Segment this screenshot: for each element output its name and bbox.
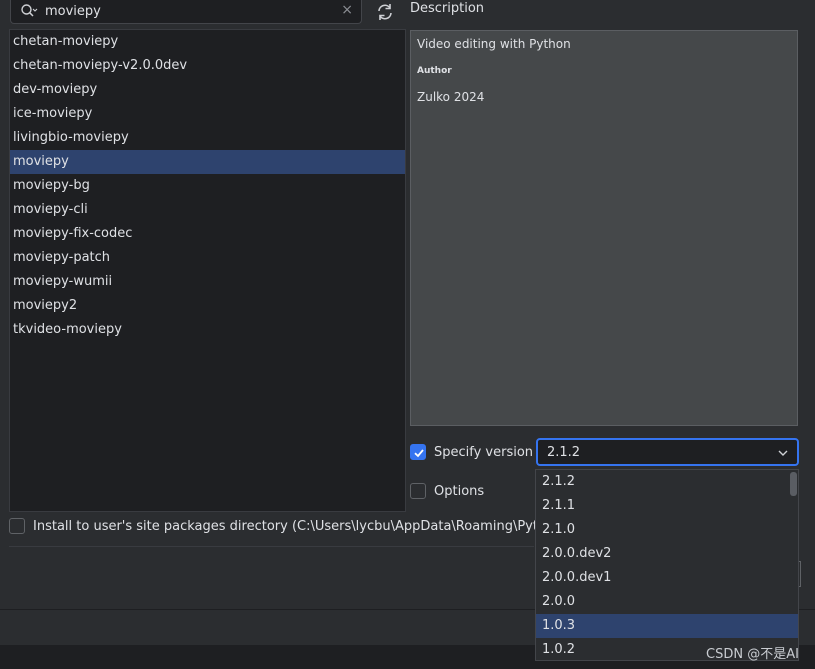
version-option[interactable]: 1.0.3 <box>536 614 798 638</box>
search-input[interactable] <box>45 2 335 20</box>
package-list-item[interactable]: tkvideo-moviepy <box>10 318 405 342</box>
install-user-label: Install to user's site packages director… <box>33 519 568 534</box>
version-selected-value: 2.1.2 <box>547 445 581 460</box>
version-option[interactable]: 2.1.2 <box>536 470 798 494</box>
search-field[interactable]: × <box>10 0 362 24</box>
specify-version-checkbox[interactable] <box>410 444 426 460</box>
package-list-item[interactable]: moviepy2 <box>10 294 405 318</box>
description-summary: Video editing with Python <box>417 37 571 51</box>
package-list-item[interactable]: moviepy-cli <box>10 198 405 222</box>
chevron-down-icon <box>778 450 788 456</box>
version-option[interactable]: 2.1.1 <box>536 494 798 518</box>
package-list-item[interactable]: moviepy-wumii <box>10 270 405 294</box>
divider <box>9 546 534 547</box>
package-list-item[interactable]: livingbio-moviepy <box>10 126 405 150</box>
package-list[interactable]: chetan-moviepy chetan-moviepy-v2.0.0dev de… <box>9 29 406 512</box>
version-option[interactable]: 2.0.0.dev1 <box>536 566 798 590</box>
description-heading: Description <box>410 1 485 16</box>
search-icon <box>21 4 38 17</box>
refresh-icon[interactable] <box>374 1 396 23</box>
watermark: CSDN @不是AI <box>706 647 799 662</box>
author-label: Author <box>417 66 452 76</box>
options-checkbox[interactable] <box>410 483 426 499</box>
description-panel: Video editing with Python Author Zulko 2… <box>410 30 798 426</box>
package-list-item[interactable]: moviepy-bg <box>10 174 405 198</box>
dropdown-scrollbar[interactable] <box>790 472 797 496</box>
author-value: Zulko 2024 <box>417 90 485 104</box>
options-label: Options <box>434 484 485 499</box>
specify-version-label: Specify version <box>434 445 534 460</box>
version-dropdown[interactable]: 2.1.2 2.1.1 2.1.0 2.0.0.dev2 2.0.0.dev1 2.0.0… <box>535 469 799 661</box>
version-option[interactable]: 2.0.0.dev2 <box>536 542 798 566</box>
checkmark-icon <box>414 449 424 458</box>
version-option[interactable]: 2.1.0 <box>536 518 798 542</box>
package-list-item[interactable]: chetan-moviepy <box>10 30 405 54</box>
package-list-item[interactable]: moviepy <box>10 150 405 174</box>
package-list-item[interactable]: moviepy-fix-codec <box>10 222 405 246</box>
version-select[interactable]: 2.1.2 <box>536 438 799 466</box>
clear-icon[interactable]: × <box>341 2 353 18</box>
package-list-item[interactable]: chetan-moviepy-v2.0.0dev <box>10 54 405 78</box>
version-option[interactable]: 2.0.0 <box>536 590 798 614</box>
package-list-item[interactable]: moviepy-patch <box>10 246 405 270</box>
package-list-item[interactable]: dev-moviepy <box>10 78 405 102</box>
package-list-item[interactable]: ice-moviepy <box>10 102 405 126</box>
install-user-checkbox[interactable] <box>9 518 25 534</box>
